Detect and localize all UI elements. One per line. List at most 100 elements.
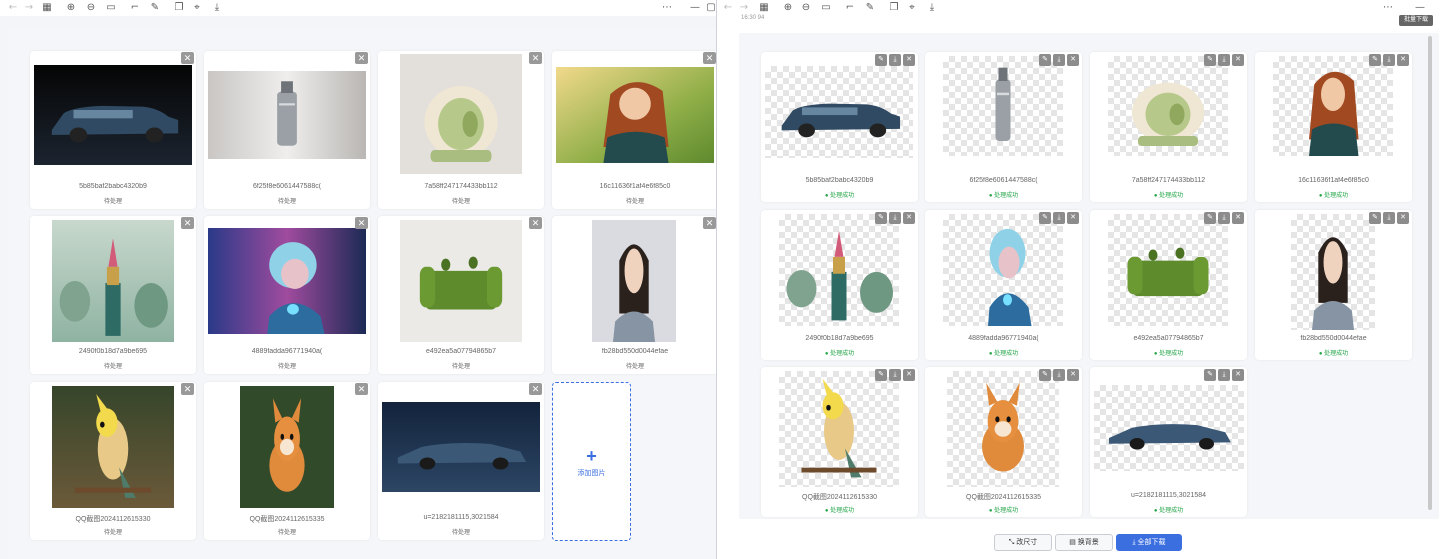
forward-arrow-icon[interactable]: → xyxy=(22,1,36,15)
add-image-button[interactable]: + 添加图片 xyxy=(552,382,631,541)
image-card[interactable]: 6f25f8e6061447588c( 待处理 ✕ xyxy=(204,51,370,209)
window-icon[interactable]: ▢ xyxy=(704,1,716,15)
download-icon[interactable]: ⤓ xyxy=(1383,54,1395,66)
close-icon[interactable]: ✕ xyxy=(1067,54,1079,66)
download-icon[interactable]: ⤓ xyxy=(1218,54,1230,66)
close-icon[interactable]: ✕ xyxy=(903,369,915,381)
edit-icon[interactable]: ✎ xyxy=(875,212,887,224)
more-icon[interactable]: ⋯ xyxy=(1381,1,1395,15)
download-icon[interactable]: ⤓ xyxy=(1218,212,1230,224)
result-card[interactable]: QQ截图2024112615330 ● 处理成功 ✎ ⤓ ✕ xyxy=(761,367,918,517)
close-icon[interactable]: ✕ xyxy=(181,383,194,395)
crop-icon[interactable]: ⌐ xyxy=(128,1,142,15)
batch-download-badge[interactable]: 批量下载 xyxy=(1399,15,1433,26)
forward-arrow-icon[interactable]: → xyxy=(737,1,751,15)
more-icon[interactable]: ⋯ xyxy=(660,1,674,15)
result-card[interactable]: 2490f0b18d7a9be695 ● 处理成功 ✎ ⤓ ✕ xyxy=(761,210,918,360)
change-background-button[interactable]: ▤ 换背景 xyxy=(1055,534,1113,551)
edit-icon[interactable]: ✎ xyxy=(863,1,877,15)
edit-icon[interactable]: ✎ xyxy=(875,369,887,381)
close-icon[interactable]: ✕ xyxy=(355,383,368,395)
download-icon[interactable]: ⤓ xyxy=(889,54,901,66)
edit-icon[interactable]: ✎ xyxy=(148,1,162,15)
close-icon[interactable]: ✕ xyxy=(903,54,915,66)
result-card[interactable]: 4889fadda96771940a( ● 处理成功 ✎ ⤓ ✕ xyxy=(925,210,1082,360)
close-icon[interactable]: ✕ xyxy=(703,217,716,229)
download-icon[interactable]: ⤓ xyxy=(1383,212,1395,224)
close-icon[interactable]: ✕ xyxy=(181,52,194,64)
download-icon[interactable]: ⤓ xyxy=(1053,212,1065,224)
result-card[interactable]: 7a58ff247174433bb112 ● 处理成功 ✎ ⤓ ✕ xyxy=(1090,52,1247,202)
result-card[interactable]: u=2182181115,3021584 ● 处理成功 ✎ ⤓ ✕ xyxy=(1090,367,1247,517)
close-icon[interactable]: ✕ xyxy=(1067,212,1079,224)
close-icon[interactable]: ✕ xyxy=(1232,212,1244,224)
zoom-in-icon[interactable]: ⊕ xyxy=(64,1,78,15)
edit-icon[interactable]: ✎ xyxy=(1204,212,1216,224)
edit-icon[interactable]: ✎ xyxy=(1039,54,1051,66)
image-card[interactable]: 16c11636f1af4e6f85c0 待处理 ✕ xyxy=(552,51,716,209)
download-icon[interactable]: ⤓ xyxy=(1053,54,1065,66)
edit-icon[interactable]: ✎ xyxy=(1204,369,1216,381)
focus-icon[interactable]: ⌖ xyxy=(190,1,204,15)
edit-icon[interactable]: ✎ xyxy=(1039,369,1051,381)
image-card[interactable]: u=2182181115,3021584 待处理 ✕ xyxy=(378,382,544,540)
close-icon[interactable]: ✕ xyxy=(181,217,194,229)
minimize-icon[interactable]: — xyxy=(688,1,702,15)
download-icon[interactable]: ⤓ xyxy=(1053,369,1065,381)
focus-icon[interactable]: ⌖ xyxy=(905,1,919,15)
fit-icon[interactable]: ▭ xyxy=(104,1,118,15)
download-icon[interactable]: ⤓ xyxy=(1218,369,1230,381)
copy-icon[interactable]: ❐ xyxy=(172,1,186,15)
download-icon[interactable]: ⤓ xyxy=(889,369,901,381)
download-icon[interactable]: ⤓ xyxy=(210,1,224,15)
close-icon[interactable]: ✕ xyxy=(529,217,542,229)
edit-icon[interactable]: ✎ xyxy=(875,54,887,66)
edit-icon[interactable]: ✎ xyxy=(1204,54,1216,66)
close-icon[interactable]: ✕ xyxy=(529,383,542,395)
result-card[interactable]: e492ea5a07794865b7 ● 处理成功 ✎ ⤓ ✕ xyxy=(1090,210,1247,360)
close-icon[interactable]: ✕ xyxy=(355,217,368,229)
minimize-icon[interactable]: — xyxy=(1413,1,1427,15)
copy-icon[interactable]: ❐ xyxy=(887,1,901,15)
result-card[interactable]: QQ截图2024112615335 ● 处理成功 ✎ ⤓ ✕ xyxy=(925,367,1082,517)
zoom-out-icon[interactable]: ⊖ xyxy=(84,1,98,15)
close-icon[interactable]: ✕ xyxy=(1232,369,1244,381)
close-icon[interactable]: ✕ xyxy=(703,52,716,64)
edit-icon[interactable]: ✎ xyxy=(1369,54,1381,66)
download-all-button[interactable]: ⤓ 全部下载 xyxy=(1116,534,1182,551)
back-arrow-icon[interactable]: ← xyxy=(721,1,735,15)
image-card[interactable]: e492ea5a07794865b7 待处理 ✕ xyxy=(378,216,544,374)
edit-icon[interactable]: ✎ xyxy=(1369,212,1381,224)
close-icon[interactable]: ✕ xyxy=(355,52,368,64)
close-icon[interactable]: ✕ xyxy=(529,52,542,64)
close-icon[interactable]: ✕ xyxy=(1232,54,1244,66)
result-filename: 5b85baf2babc4320b9 xyxy=(805,177,874,184)
crop-icon[interactable]: ⌐ xyxy=(843,1,857,15)
image-card[interactable]: 4889fadda96771940a( 待处理 ✕ xyxy=(204,216,370,374)
result-card[interactable]: 6f25f8e6061447588c( ● 处理成功 ✎ ⤓ ✕ xyxy=(925,52,1082,202)
grid-icon[interactable]: ▦ xyxy=(757,1,771,15)
result-card[interactable]: fb28bd550d0044efae ● 处理成功 ✎ ⤓ ✕ xyxy=(1255,210,1412,360)
resize-button[interactable]: ⤡ 改尺寸 xyxy=(994,534,1052,551)
image-card[interactable]: 5b85baf2babc4320b9 待处理 ✕ xyxy=(30,51,196,209)
image-card[interactable]: 2490f0b18d7a9be695 待处理 ✕ xyxy=(30,216,196,374)
image-card[interactable]: QQ截图2024112615330 待处理 ✕ xyxy=(30,382,196,540)
download-icon[interactable]: ⤓ xyxy=(925,1,939,15)
image-card[interactable]: QQ截图2024112615335 待处理 ✕ xyxy=(204,382,370,540)
close-icon[interactable]: ✕ xyxy=(1397,54,1409,66)
download-icon[interactable]: ⤓ xyxy=(889,212,901,224)
zoom-out-icon[interactable]: ⊖ xyxy=(799,1,813,15)
result-card[interactable]: 5b85baf2babc4320b9 ● 处理成功 ✎ ⤓ ✕ xyxy=(761,52,918,202)
image-card[interactable]: fb28bd550d0044efae 待处理 ✕ xyxy=(552,216,716,374)
image-card[interactable]: 7a58ff247174433bb112 待处理 ✕ xyxy=(378,51,544,209)
fit-icon[interactable]: ▭ xyxy=(819,1,833,15)
zoom-in-icon[interactable]: ⊕ xyxy=(781,1,795,15)
grid-icon[interactable]: ▦ xyxy=(40,1,54,15)
close-icon[interactable]: ✕ xyxy=(903,212,915,224)
close-icon[interactable]: ✕ xyxy=(1397,212,1409,224)
close-icon[interactable]: ✕ xyxy=(1067,369,1079,381)
back-arrow-icon[interactable]: ← xyxy=(6,1,20,15)
result-card[interactable]: 16c11636f1af4e6f85c0 ● 处理成功 ✎ ⤓ ✕ xyxy=(1255,52,1412,202)
edit-icon[interactable]: ✎ xyxy=(1039,212,1051,224)
scrollbar[interactable] xyxy=(1428,36,1432,510)
